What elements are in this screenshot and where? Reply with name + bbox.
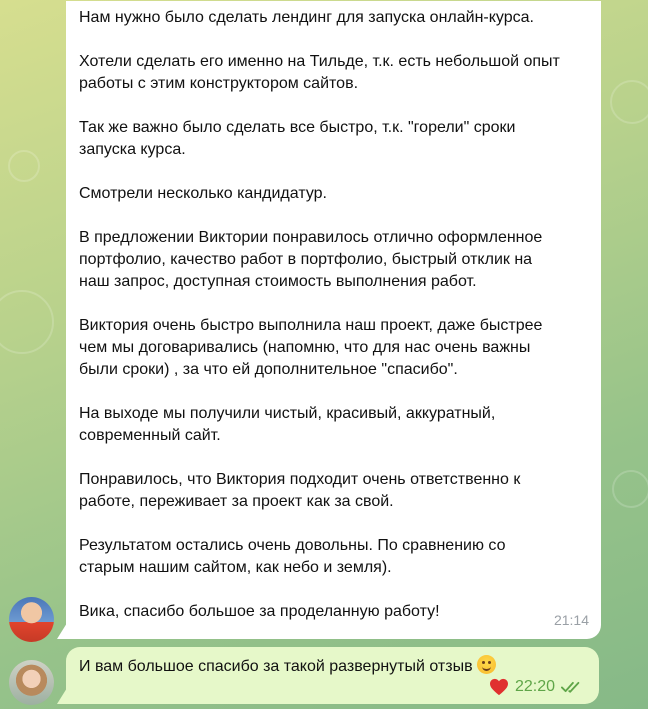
background-doodle [0, 290, 54, 354]
message-paragraph: Хотели сделать его именно на Тильде, т.к… [79, 53, 560, 92]
message-paragraph: На выходе мы получили чистый, красивый, … [79, 405, 496, 444]
message-paragraph: Результатом остались очень довольны. По … [79, 537, 506, 576]
message-paragraph: Виктория очень быстро выполнила наш прое… [79, 317, 543, 378]
sender-avatar[interactable] [9, 597, 54, 642]
heart-reaction-icon[interactable] [489, 678, 509, 696]
incoming-message-bubble[interactable]: Нам нужно было сделать лендинг для запус… [66, 1, 601, 639]
message-text: И вам большое спасибо за такой развернут… [79, 658, 473, 675]
message-paragraph: Вика, спасибо большое за проделанную раб… [79, 603, 440, 620]
double-check-icon [561, 681, 580, 693]
message-time: 21:14 [553, 612, 589, 628]
own-avatar[interactable] [9, 660, 54, 705]
message-paragraph: Нам нужно было сделать лендинг для запус… [79, 9, 534, 26]
outgoing-message-bubble[interactable]: И вам большое спасибо за такой развернут… [66, 647, 599, 704]
background-doodle [612, 470, 648, 508]
background-doodle [610, 80, 648, 124]
message-paragraph: Понравилось, что Виктория подходит очень… [79, 471, 521, 510]
message-paragraph: Так же важно было сделать все быстро, т.… [79, 119, 516, 158]
background-doodle [8, 150, 40, 182]
message-meta: 22:20 [489, 676, 583, 698]
message-paragraph: В предложении Виктории понравилось отлич… [79, 229, 543, 290]
message-time: 22:20 [514, 678, 555, 695]
smiling-face-emoji-icon [476, 655, 496, 674]
message-paragraph: Смотрели несколько кандидатур. [79, 185, 327, 202]
